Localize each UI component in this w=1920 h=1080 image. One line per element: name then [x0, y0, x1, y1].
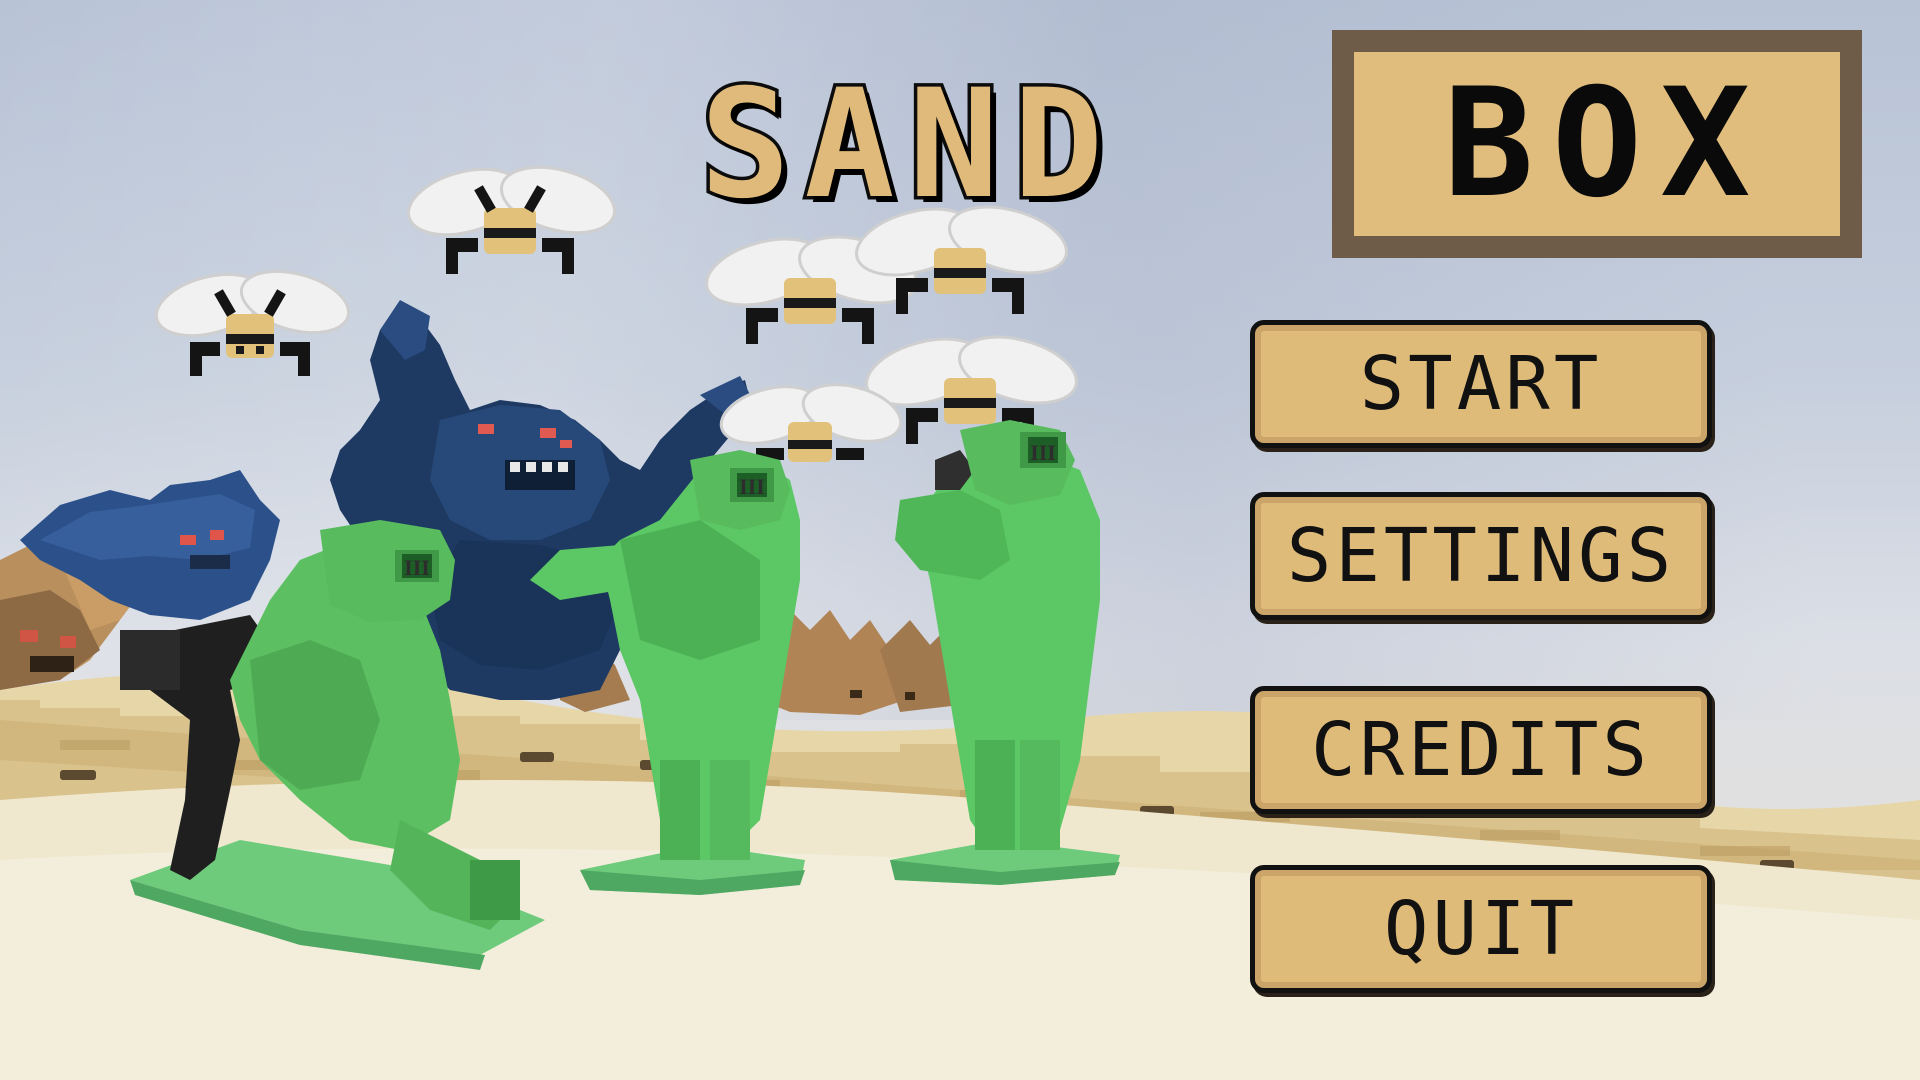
soldier-rank-badge: III — [404, 555, 430, 580]
credits-button-label: CREDITS — [1311, 707, 1651, 793]
start-button-label: START — [1359, 341, 1603, 427]
credits-button[interactable]: CREDITS — [1250, 686, 1712, 814]
settings-button-label: SETTINGS — [1286, 513, 1676, 599]
soldier-rank-badge: III — [1030, 440, 1056, 465]
title-box-panel: BOX — [1354, 52, 1840, 236]
bee — [154, 269, 351, 376]
title-word-sand: SAND — [696, 58, 1118, 232]
main-menu-screen: III III III SAND BOX START SETTINGS CRED… — [0, 0, 1920, 1080]
bee — [406, 165, 617, 274]
quit-button-label: QUIT — [1383, 886, 1579, 972]
title-word-box: BOX — [1443, 57, 1769, 231]
soldier-rank-badge: III — [739, 474, 765, 499]
start-button[interactable]: START — [1250, 320, 1712, 448]
game-title-logo: SAND BOX — [696, 30, 1862, 260]
settings-button[interactable]: SETTINGS — [1250, 492, 1712, 620]
quit-button[interactable]: QUIT — [1250, 865, 1712, 993]
title-box-frame: BOX — [1332, 30, 1862, 258]
